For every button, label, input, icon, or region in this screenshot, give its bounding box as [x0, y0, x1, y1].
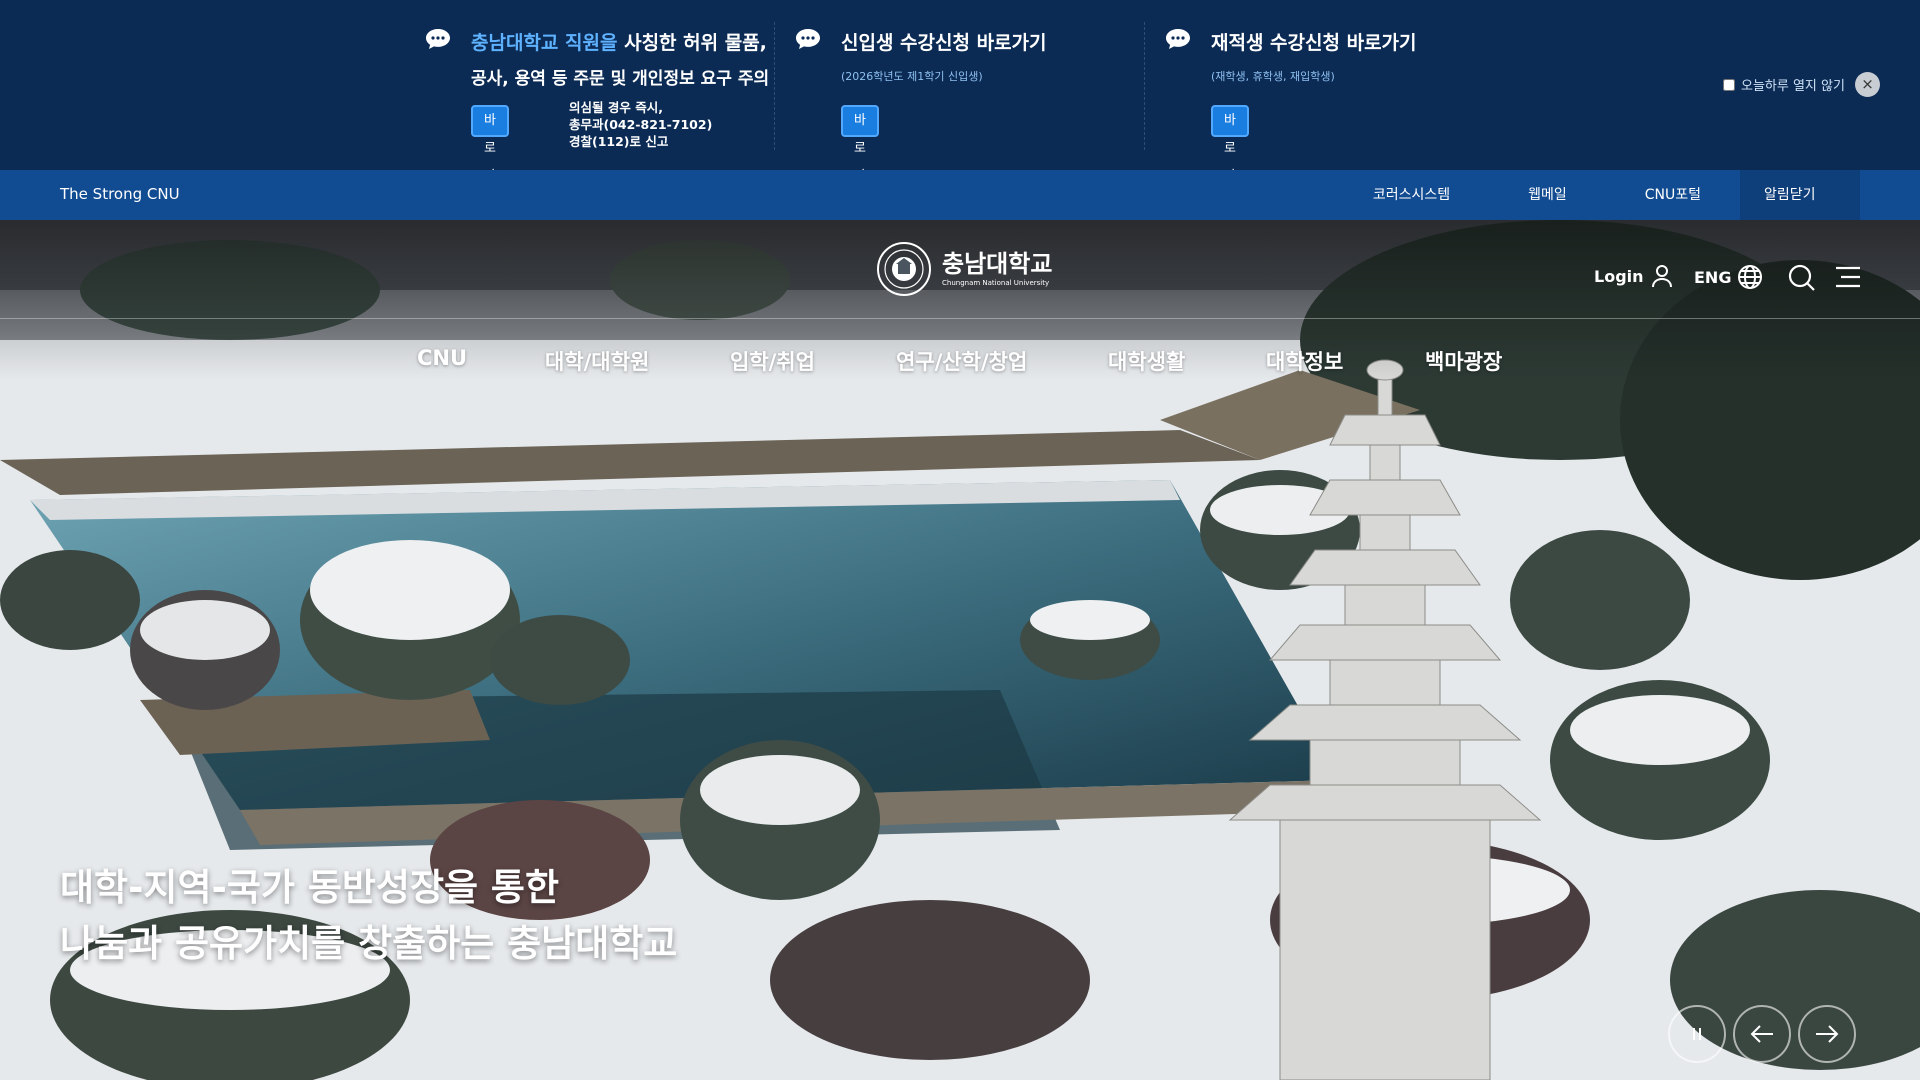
chat-icon [426, 29, 450, 49]
logo-name-ko: 충남대학교 [942, 249, 1053, 278]
chat-icon [796, 29, 820, 49]
slide-next-button[interactable] [1798, 1005, 1856, 1063]
slide-prev-button[interactable] [1733, 1005, 1791, 1063]
notice-subtitle: (2026학년도 제1학기 신입생) [841, 70, 983, 83]
report-line: 총무과(042-821-7102) [569, 117, 713, 132]
user-icon [1651, 265, 1672, 288]
university-logo[interactable]: 충남대학교 Chungnam National University [876, 241, 1052, 297]
notice-title: 재적생 수강신청 바로가기 [1211, 32, 1417, 54]
hide-today-label: 오늘하루 열지 않기 [1741, 79, 1845, 94]
hero-headline: 대학-지역-국가 동반성장을 통한 나눔과 공유가치를 창출하는 충남대학교 [60, 860, 677, 972]
link-chorus-system[interactable]: 코러스시스템 [1334, 170, 1489, 220]
pause-icon [1693, 1028, 1701, 1040]
nav-research[interactable]: 연구/산학/창업 [896, 346, 1027, 376]
nav-colleges[interactable]: 대학/대학원 [545, 346, 649, 376]
notice-title-highlight: 충남대학교 직원을 [471, 32, 618, 54]
globe-icon [1738, 265, 1763, 289]
notice-title: 신입생 수강신청 바로가기 [841, 32, 1047, 54]
notice-bar: 충남대학교 직원을 사칭한 허위 물품, 공사, 용역 등 주문 및 개인정보 … [0, 0, 1920, 212]
alert-close-button[interactable]: 알림닫기 [1740, 170, 1860, 246]
search-icon [1788, 264, 1815, 291]
utility-bar: The Strong CNU 코러스시스템 웹메일 CNU포털 알림닫기 [0, 170, 1920, 246]
notice-title: 충남대학교 직원을 사칭한 허위 물품, [471, 28, 767, 55]
report-line: 의심될 경우 즉시, [569, 100, 663, 115]
alert-close-label: 알림닫기 [1764, 187, 1816, 203]
utility-links: 코러스시스템 웹메일 CNU포털 알림닫기 [1334, 170, 1860, 246]
nav-baekma-square[interactable]: 백마광장 [1425, 346, 1502, 376]
header-divider [0, 318, 1920, 319]
report-line: 경찰(112)로 신고 [569, 134, 669, 149]
hide-today-option[interactable]: 오늘하루 열지 않기 [1723, 75, 1845, 94]
menu-icon [1836, 266, 1860, 288]
notice-divider [774, 22, 775, 150]
nav-campus-life[interactable]: 대학생활 [1108, 346, 1185, 376]
slogan: The Strong CNU [60, 185, 180, 203]
logo-name-en: Chungnam National University [942, 278, 1050, 287]
menu-button[interactable] [1836, 266, 1860, 288]
login-button[interactable]: Login [1594, 264, 1674, 288]
freshman-go-button[interactable]: 바로가기 [841, 105, 879, 212]
headline-line: 대학-지역-국가 동반성장을 통한 [60, 866, 559, 909]
arrow-right-icon [1816, 1025, 1839, 1043]
slide-pause-button[interactable] [1668, 1005, 1726, 1063]
logo-text: 충남대학교 Chungnam National University [942, 252, 1052, 287]
notice-divider [1144, 22, 1145, 150]
search-button[interactable] [1788, 264, 1816, 292]
arrow-left-icon [1750, 1025, 1773, 1043]
hide-today-checkbox[interactable] [1723, 78, 1735, 91]
link-webmail[interactable]: 웹메일 [1489, 170, 1606, 220]
nav-admission[interactable]: 입학/취업 [730, 346, 815, 376]
nav-cnu[interactable]: CNU [417, 346, 467, 370]
enrolled-go-button[interactable]: 바로가기 [1211, 105, 1249, 212]
report-info: 의심될 경우 즉시, 총무과(042-821-7102) 경찰(112)로 신고 [569, 99, 712, 150]
close-notice-button[interactable]: × [1855, 72, 1880, 97]
login-label: Login [1594, 266, 1644, 286]
university-seal-icon [877, 242, 931, 296]
nav-university-info[interactable]: 대학정보 [1266, 346, 1343, 376]
notice-subtitle: (재학생, 휴학생, 재입학생) [1211, 70, 1335, 83]
impersonation-go-button[interactable]: 바로가기 [471, 105, 509, 212]
chat-icon [1166, 29, 1190, 49]
notice-title-line2: 공사, 용역 등 주문 및 개인정보 요구 주의 [471, 69, 770, 89]
language-button[interactable]: ENG [1694, 264, 1763, 290]
notice-title-rest: 사칭한 허위 물품, [624, 32, 767, 54]
headline-line: 나눔과 공유가치를 창출하는 충남대학교 [60, 922, 678, 965]
language-label: ENG [1694, 267, 1732, 287]
link-cnu-portal[interactable]: CNU포털 [1606, 170, 1740, 220]
